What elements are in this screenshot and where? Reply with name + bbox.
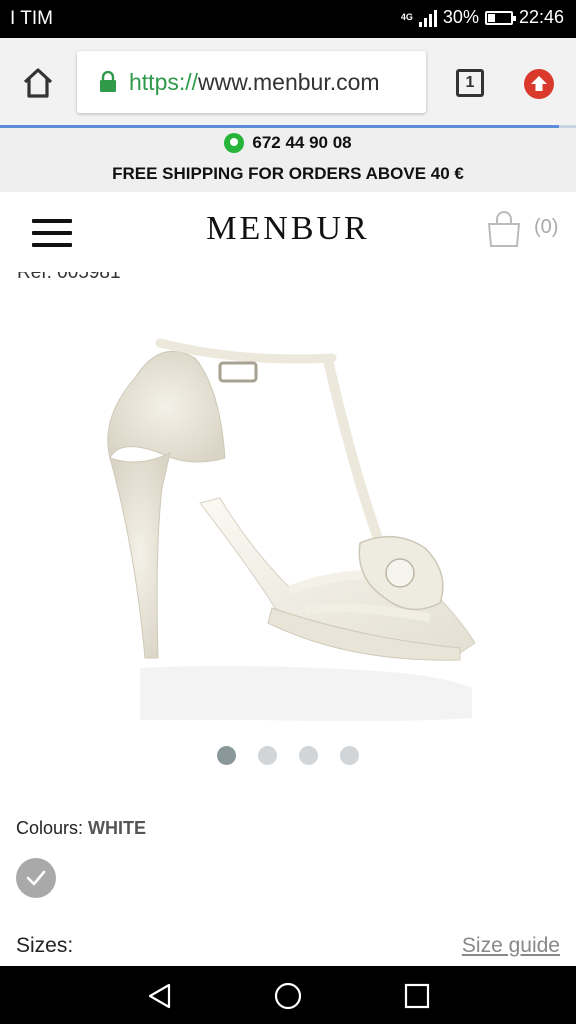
url-text: https://www.menbur.com bbox=[129, 69, 380, 96]
colour-value: WHITE bbox=[88, 818, 147, 838]
colours-row: Colours: WHITE bbox=[16, 818, 146, 839]
network-type: 4G bbox=[400, 12, 413, 22]
browser-toolbar: https://www.menbur.com 1 bbox=[0, 38, 576, 126]
sizes-label: Sizes: bbox=[16, 934, 74, 957]
image-carousel-dots bbox=[0, 746, 576, 765]
free-shipping-text: FREE SHIPPING FOR ORDERS ABOVE 40 € bbox=[112, 164, 464, 183]
phone-number: 672 44 90 08 bbox=[252, 133, 352, 152]
promo-banner: 672 44 90 08 FREE SHIPPING FOR ORDERS AB… bbox=[0, 128, 576, 192]
product-image[interactable] bbox=[100, 318, 490, 728]
size-guide-link[interactable]: Size guide bbox=[462, 934, 560, 958]
url-protocol: https:// bbox=[129, 69, 199, 95]
recents-icon[interactable] bbox=[402, 981, 432, 1011]
lock-icon bbox=[100, 71, 116, 92]
tab-switcher-button[interactable]: 1 bbox=[456, 69, 484, 97]
back-icon[interactable] bbox=[145, 981, 175, 1011]
carrier-name: I TIM bbox=[10, 8, 53, 29]
shopping-bag-icon[interactable] bbox=[486, 210, 522, 248]
colour-swatch-white[interactable] bbox=[16, 858, 56, 898]
carousel-dot[interactable] bbox=[217, 746, 236, 765]
address-bar[interactable]: https://www.menbur.com bbox=[77, 51, 426, 113]
colours-label: Colours: bbox=[16, 818, 84, 838]
signal-icon bbox=[418, 9, 437, 27]
whatsapp-icon bbox=[224, 133, 245, 153]
carousel-dot[interactable] bbox=[299, 746, 318, 765]
clock: 22:46 bbox=[518, 7, 564, 27]
system-navigation-bar bbox=[0, 966, 576, 1024]
site-header: MENBUR (0) bbox=[0, 192, 576, 270]
check-icon bbox=[26, 870, 46, 886]
home-nav-icon[interactable] bbox=[273, 981, 303, 1011]
status-icons: 4G 30% 22:46 bbox=[401, 7, 564, 28]
home-icon bbox=[23, 68, 53, 98]
carousel-dot[interactable] bbox=[340, 746, 359, 765]
status-bar: I TIM 4G 30% 22:46 bbox=[0, 0, 576, 38]
upload-arrow-icon bbox=[531, 76, 547, 91]
url-host: www.menbur.com bbox=[198, 69, 380, 95]
header-shadow-clip bbox=[0, 262, 576, 272]
home-button[interactable] bbox=[20, 65, 56, 101]
carousel-dot[interactable] bbox=[258, 746, 277, 765]
phone-row[interactable]: 672 44 90 08 bbox=[0, 133, 576, 153]
cart-count[interactable]: (0) bbox=[534, 216, 558, 239]
battery-percent: 30% bbox=[442, 7, 479, 27]
update-button[interactable] bbox=[524, 69, 554, 99]
battery-icon bbox=[484, 10, 516, 25]
